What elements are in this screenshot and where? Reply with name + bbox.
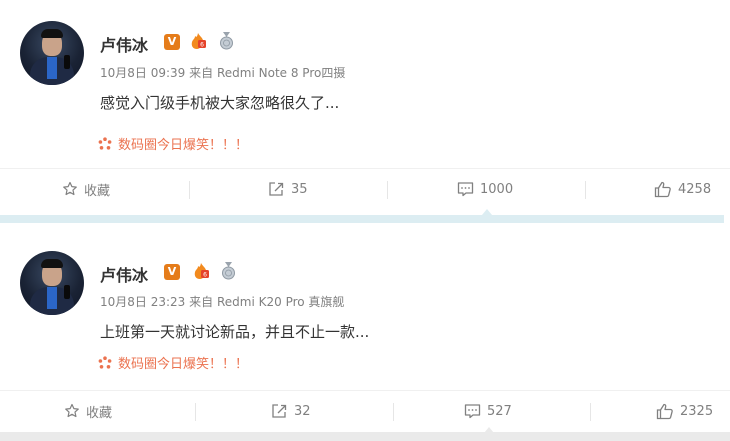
comment-icon bbox=[457, 182, 474, 197]
forward-count: 32 bbox=[294, 403, 311, 419]
post-content: 感觉入门级手机被大家忽略很久了... bbox=[100, 94, 340, 112]
favorite-button[interactable]: 收藏 bbox=[64, 391, 112, 431]
favorite-button[interactable]: 收藏 bbox=[62, 169, 110, 209]
weibo-post: 卢伟冰 V 6 10月8日 09:39 来自 Redmi Note 8 Pro四… bbox=[0, 0, 730, 222]
svg-text:6: 6 bbox=[200, 42, 204, 49]
bottom-divider bbox=[0, 432, 730, 441]
favorite-label: 收藏 bbox=[84, 183, 111, 199]
post-time[interactable]: 10月8日 23:23 bbox=[100, 295, 185, 309]
author-name[interactable]: 卢伟冰 bbox=[100, 32, 148, 56]
from-label: 来自 bbox=[189, 295, 214, 309]
comment-icon bbox=[464, 404, 481, 419]
flame-badge-icon[interactable]: 6 bbox=[189, 32, 207, 50]
topic-link[interactable]: 数码圈今日爆笑！！！ bbox=[98, 134, 248, 153]
forward-button[interactable]: 32 bbox=[271, 391, 311, 431]
forward-count: 35 bbox=[291, 181, 308, 197]
avatar[interactable] bbox=[20, 251, 84, 315]
topic-dots-icon bbox=[98, 355, 112, 369]
from-label: 来自 bbox=[189, 66, 214, 80]
like-icon bbox=[656, 403, 673, 419]
forward-button[interactable]: 35 bbox=[268, 169, 308, 209]
post-content: 上班第一天就讨论新品，并且不止一款... bbox=[100, 323, 370, 341]
post-meta: 10月8日 23:23 来自 Redmi K20 Pro 真旗舰 bbox=[100, 293, 344, 310]
post-time[interactable]: 10月8日 09:39 bbox=[100, 66, 185, 80]
action-bar: 收藏 32 527 2325 bbox=[0, 390, 730, 433]
medal-badge-icon[interactable] bbox=[219, 32, 234, 50]
comment-count: 527 bbox=[487, 403, 512, 419]
verified-badge[interactable]: V bbox=[164, 34, 180, 50]
comment-button[interactable]: 1000 bbox=[457, 169, 513, 209]
avatar[interactable] bbox=[20, 21, 84, 85]
flame-badge-icon[interactable]: 6 bbox=[192, 262, 210, 280]
verified-badge[interactable]: V bbox=[164, 264, 180, 280]
topic-link[interactable]: 数码圈今日爆笑！！！ bbox=[98, 353, 248, 372]
forward-icon bbox=[269, 182, 284, 196]
topic-text[interactable]: 数码圈今日爆笑！！！ bbox=[118, 353, 248, 372]
like-icon bbox=[654, 181, 671, 197]
favorite-label: 收藏 bbox=[86, 405, 113, 421]
action-bar: 收藏 35 1000 4258 bbox=[0, 168, 730, 215]
post-meta: 10月8日 09:39 来自 Redmi Note 8 Pro四摄 bbox=[100, 64, 345, 81]
topic-dots-icon bbox=[98, 136, 112, 150]
post-divider bbox=[0, 215, 724, 223]
comment-count: 1000 bbox=[480, 181, 514, 197]
comment-button[interactable]: 527 bbox=[464, 391, 512, 431]
star-icon bbox=[65, 403, 79, 418]
star-icon bbox=[63, 181, 77, 196]
svg-text:6: 6 bbox=[203, 272, 207, 279]
medal-badge-icon[interactable] bbox=[221, 262, 236, 280]
device-source[interactable]: Redmi Note 8 Pro四摄 bbox=[217, 66, 345, 80]
topic-text[interactable]: 数码圈今日爆笑！！！ bbox=[118, 134, 248, 153]
like-count: 2325 bbox=[680, 403, 714, 419]
like-button[interactable]: 4258 bbox=[654, 169, 711, 209]
author-name[interactable]: 卢伟冰 bbox=[100, 262, 148, 286]
like-button[interactable]: 2325 bbox=[656, 391, 713, 431]
weibo-post: 卢伟冰 V 6 10月8日 23:23 来自 Redmi K20 Pro 真旗舰… bbox=[0, 229, 730, 441]
forward-icon bbox=[272, 404, 287, 418]
device-source[interactable]: Redmi K20 Pro 真旗舰 bbox=[217, 295, 344, 309]
like-count: 4258 bbox=[678, 181, 712, 197]
